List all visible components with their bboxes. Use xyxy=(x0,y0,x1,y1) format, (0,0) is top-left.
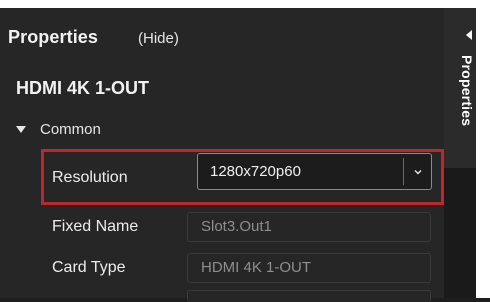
fixed-name-row: Fixed Name Slot3.Out1 xyxy=(0,207,440,247)
caret-down-icon xyxy=(16,125,26,133)
card-type-row: Card Type HDMI 4K 1-OUT xyxy=(0,248,440,288)
right-background xyxy=(476,8,490,298)
section-label: Common xyxy=(40,120,101,138)
section-header-common[interactable]: Common xyxy=(14,118,101,140)
fixed-name-field[interactable]: Slot3.Out1 xyxy=(187,212,431,242)
fixed-name-label: Fixed Name xyxy=(52,218,139,235)
collapse-arrow-icon[interactable] xyxy=(466,30,472,40)
card-type-field[interactable]: HDMI 4K 1-OUT xyxy=(187,253,431,283)
side-tab-lower xyxy=(444,168,476,298)
card-type-value: HDMI 4K 1-OUT xyxy=(201,259,312,276)
side-tab-label: Properties xyxy=(459,55,475,127)
top-strip xyxy=(0,0,490,8)
card-type-label: Card Type xyxy=(52,259,126,276)
fixed-name-value: Slot3.Out1 xyxy=(201,218,272,235)
next-field-partial xyxy=(187,290,431,302)
panel-title: Properties xyxy=(8,27,99,47)
device-name: HDMI 4K 1-OUT xyxy=(16,78,150,98)
hide-link[interactable]: (Hide) xyxy=(138,30,179,47)
highlight-box xyxy=(41,149,444,205)
